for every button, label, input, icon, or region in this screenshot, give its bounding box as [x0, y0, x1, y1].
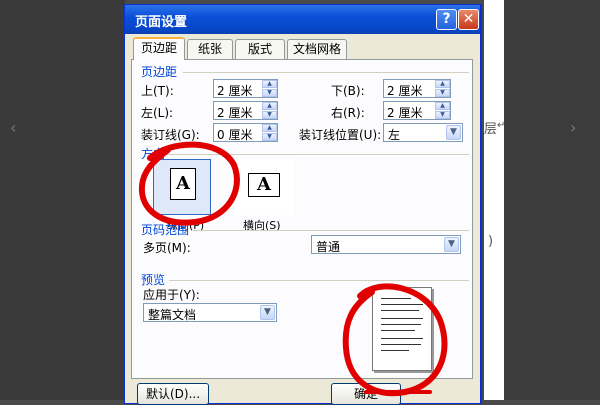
- left-margin-label: 左(L):: [141, 106, 174, 120]
- left-margin-value: 2 厘米: [217, 106, 253, 120]
- spin-up-icon[interactable]: ▲: [262, 102, 277, 110]
- spin-up-icon[interactable]: ▲: [262, 80, 277, 88]
- preview-page-thumbnail: [372, 287, 432, 371]
- right-margin-value: 2 厘米: [387, 106, 423, 120]
- ok-button[interactable]: 确定: [331, 383, 401, 405]
- right-margin-label: 右(R):: [331, 106, 365, 120]
- spin-up-icon[interactable]: ▲: [262, 124, 277, 132]
- doc-text: 层: [484, 122, 498, 137]
- close-button[interactable]: ✕: [458, 9, 479, 30]
- chevron-down-icon[interactable]: ▼: [260, 305, 275, 320]
- apply-to-select[interactable]: 整篇文档 ▼: [143, 303, 277, 322]
- group-divider: [193, 230, 469, 231]
- spin-down-icon[interactable]: ▼: [435, 111, 450, 119]
- chevron-down-icon[interactable]: ▼: [446, 125, 461, 140]
- gutter-value: 0 厘米: [217, 128, 253, 142]
- apply-to-label: 应用于(Y):: [143, 288, 200, 302]
- default-button[interactable]: 默认(D)...: [137, 383, 209, 405]
- spin-up-icon[interactable]: ▲: [435, 102, 450, 110]
- bottom-margin-spinner[interactable]: 2 厘米 ▲ ▼: [383, 79, 451, 98]
- portrait-button[interactable]: A: [153, 159, 211, 215]
- multiple-pages-value: 普通: [316, 240, 341, 254]
- gutter-position-label: 装订线位置(U):: [299, 128, 382, 142]
- gutter-position-value: 左: [388, 128, 401, 142]
- spin-down-icon[interactable]: ▼: [262, 111, 277, 119]
- landscape-page-icon: A: [248, 173, 280, 197]
- apply-to-value: 整篇文档: [148, 308, 197, 322]
- chevron-down-icon[interactable]: ▼: [444, 237, 459, 252]
- bottom-margin-value: 2 厘米: [387, 84, 423, 98]
- top-margin-spinner[interactable]: 2 厘米 ▲ ▼: [213, 79, 278, 98]
- spin-down-icon[interactable]: ▼: [262, 133, 277, 141]
- multiple-pages-select[interactable]: 普通 ▼: [311, 235, 461, 254]
- group-divider: [183, 72, 469, 73]
- dialog-title: 页面设置: [135, 15, 188, 30]
- tab-layout[interactable]: 版式: [235, 39, 285, 59]
- doc-text: ): [488, 234, 494, 249]
- title-bar[interactable]: 页面设置 ? ✕: [125, 5, 480, 34]
- right-margin-spinner[interactable]: 2 厘米 ▲ ▼: [383, 101, 451, 120]
- tab-document-grid[interactable]: 文档网格: [287, 39, 347, 59]
- gutter-position-select[interactable]: 左 ▼: [383, 123, 463, 142]
- top-margin-value: 2 厘米: [217, 84, 253, 98]
- spin-down-icon[interactable]: ▼: [262, 89, 277, 97]
- margins-group-label: 页边距: [141, 65, 178, 79]
- spin-up-icon[interactable]: ▲: [435, 80, 450, 88]
- bottom-margin-label: 下(B):: [331, 84, 365, 98]
- gutter-spinner[interactable]: 0 厘米 ▲ ▼: [213, 123, 278, 142]
- group-divider: [169, 280, 469, 281]
- tab-margins[interactable]: 页边距: [133, 37, 185, 60]
- doc-paragraph-mark: ↵: [497, 120, 506, 131]
- top-margin-label: 上(T):: [141, 84, 174, 98]
- left-margin-spinner[interactable]: 2 厘米 ▲ ▼: [213, 101, 278, 120]
- background-document: 层 ↵ ): [484, 0, 506, 400]
- group-divider: [167, 154, 469, 155]
- landscape-button[interactable]: A: [235, 159, 293, 215]
- spin-down-icon[interactable]: ▼: [435, 89, 450, 97]
- prev-arrow-icon[interactable]: ‹: [10, 118, 16, 137]
- help-button[interactable]: ?: [436, 9, 457, 30]
- multiple-pages-label: 多页(M):: [143, 241, 191, 255]
- portrait-page-icon: A: [170, 168, 196, 200]
- background-left: [0, 0, 125, 400]
- page-range-group-label: 页码范围: [141, 223, 190, 237]
- gutter-label: 装订线(G):: [141, 128, 200, 142]
- tab-paper[interactable]: 纸张: [187, 39, 233, 59]
- next-arrow-icon[interactable]: ›: [570, 118, 576, 137]
